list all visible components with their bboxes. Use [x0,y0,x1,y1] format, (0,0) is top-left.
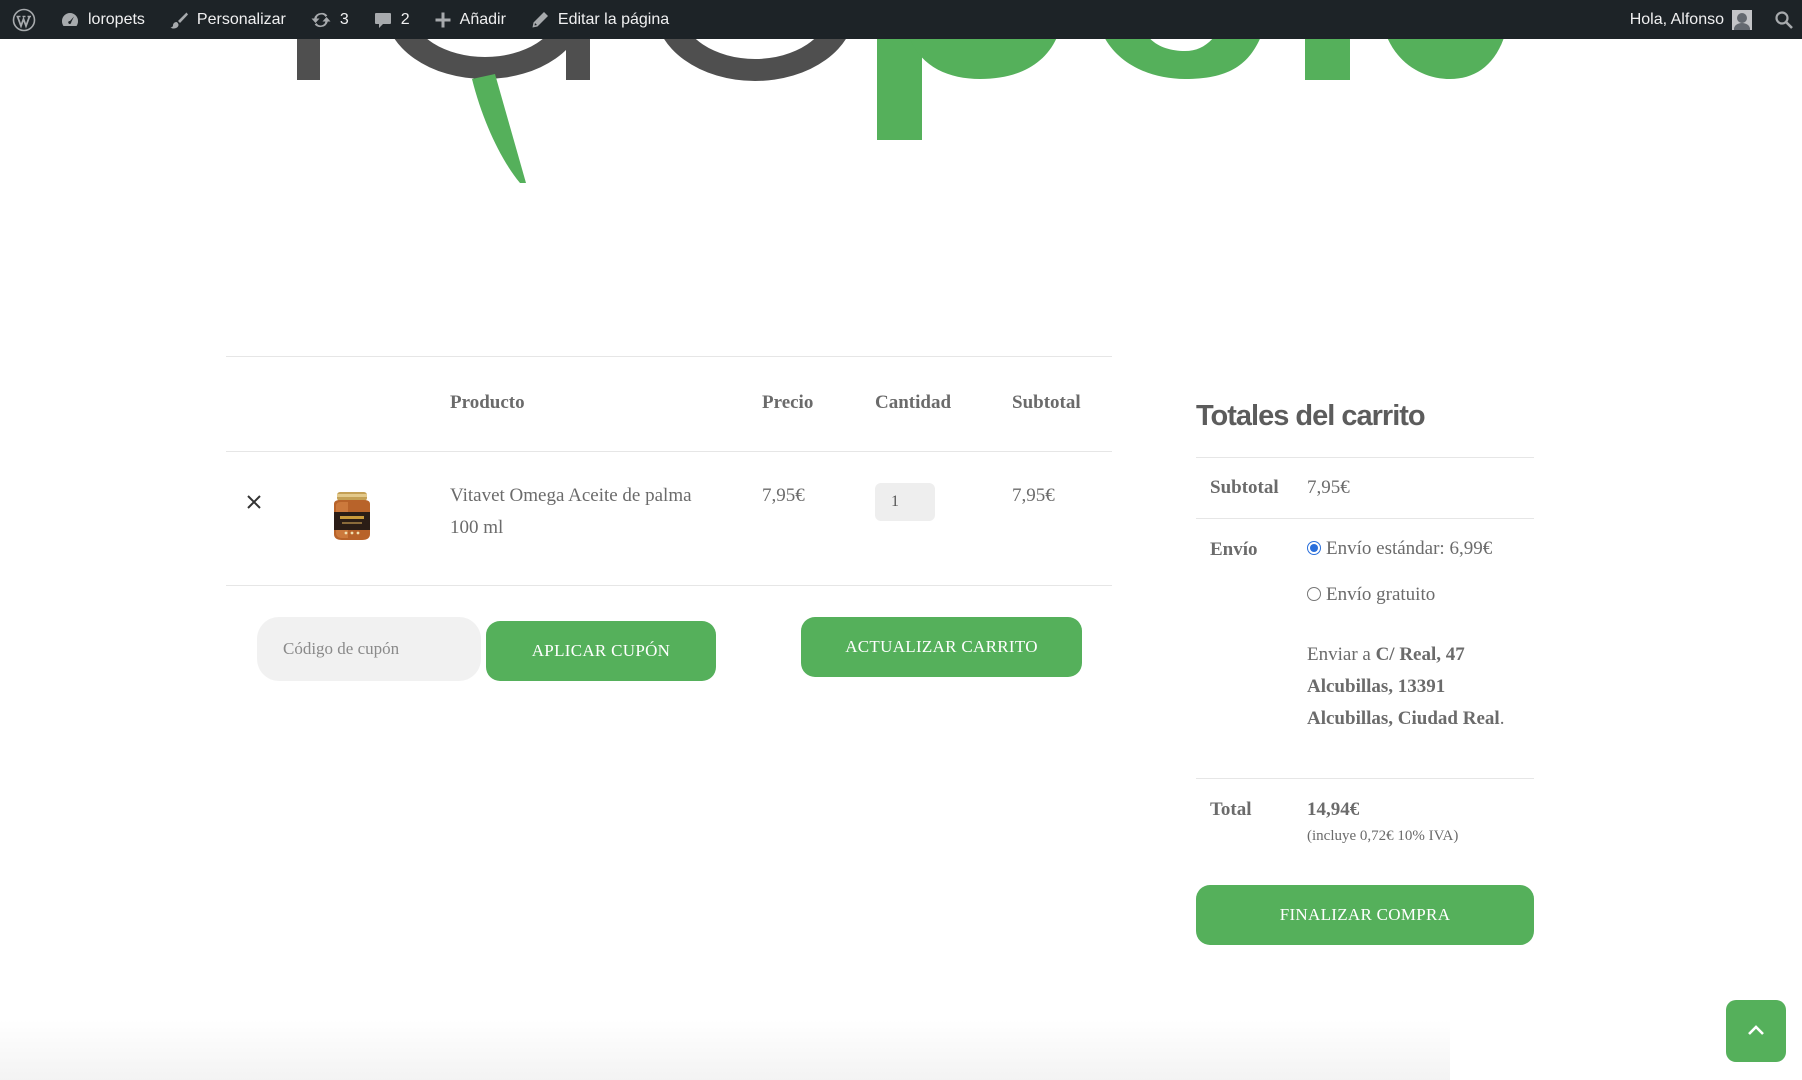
admin-bar: loropets Personalizar 3 2 Añadir Editar … [0,0,1802,39]
cart-totals-title: Totales del carrito [1196,400,1426,432]
new-content-label: Añadir [459,10,506,28]
header-product: Producto [450,392,525,413]
shipping-option-free[interactable]: Envío gratuito [1307,579,1435,611]
shipping-divider [1196,778,1534,779]
header-quantity: Cantidad [875,392,952,413]
shipping-option-standard[interactable]: Envío estándar: 6,99€ [1307,533,1492,565]
shipping-free-radio[interactable] [1307,587,1321,601]
site-name: loropets [88,10,145,28]
comment-bubble-icon [374,12,391,28]
page-footer-shadow [0,1020,1450,1080]
comments-count: 2 [400,10,410,28]
header-subtotal: Subtotal [1012,392,1081,413]
header-price: Precio [762,392,814,413]
product-name-link[interactable]: Vitavet Omega Aceite de palma 100 ml [450,480,692,544]
chevron-up-icon [1748,1025,1764,1035]
my-account-link[interactable]: Hola, Alfonso [1618,0,1762,39]
total-label: Total [1210,799,1252,820]
customize-link[interactable]: Personalizar [157,0,298,39]
shipping-standard-radio[interactable] [1307,541,1321,555]
ship-to-prefix: Enviar a [1307,644,1376,665]
shipping-label: Envío [1210,539,1258,560]
product-price: 7,95€ [762,485,805,506]
product-subtotal: 7,95€ [1012,485,1055,506]
search-icon [1775,10,1793,29]
table-top-divider [226,356,1112,357]
updates-link[interactable]: 3 [298,0,361,39]
shipping-free-label: Envío gratuito [1326,584,1436,605]
row-divider [226,585,1112,586]
checkout-button[interactable]: FINALIZAR COMPRA [1196,885,1534,945]
edit-page-link[interactable]: Editar la página [518,0,681,39]
new-content-link[interactable]: Añadir [422,0,518,39]
shipping-standard-label: Envío estándar: 6,99€ [1326,538,1493,559]
product-name-line1: Vitavet Omega Aceite de palma [450,485,692,506]
total-value: 14,94€ [1307,799,1360,820]
subtotal-value: 7,95€ [1307,477,1350,498]
scroll-to-top-button[interactable] [1726,1000,1786,1062]
subtotal-label: Subtotal [1210,477,1279,498]
product-thumbnail[interactable] [330,490,374,542]
coupon-code-input[interactable] [257,617,481,681]
product-name-line2: 100 ml [450,517,504,538]
tax-note: (incluye 0,72€ 10% IVA) [1307,828,1459,844]
search-button[interactable] [1762,0,1802,39]
avatar [1732,9,1752,30]
paintbrush-icon [170,12,188,29]
site-logo[interactable] [0,39,1802,199]
ship-to-line3: Alcubillas, Ciudad Real [1307,708,1500,729]
apply-coupon-button[interactable]: APLICAR CUPÓN [486,621,716,681]
shipping-destination: Enviar a C/ Real, 47 Alcubillas, 13391 A… [1307,639,1532,735]
ship-to-suffix: . [1499,708,1505,729]
update-cart-button[interactable]: ACTUALIZAR CARRITO [801,617,1082,677]
header-divider [226,451,1112,452]
pencil-icon [532,11,548,27]
updates-icon [311,12,331,27]
dashboard-icon [61,12,79,26]
wordpress-icon [12,8,36,31]
ship-to-line2: Alcubillas, 13391 [1307,676,1446,697]
wordpress-logo-button[interactable] [0,0,48,39]
edit-page-label: Editar la página [557,10,670,28]
updates-count: 3 [339,10,349,28]
customize-label: Personalizar [196,10,286,28]
comments-link[interactable]: 2 [361,0,422,39]
greeting: Hola, Alfonso [1629,10,1724,28]
plus-icon [435,12,451,27]
remove-item-icon[interactable] [244,492,264,512]
quantity-input[interactable] [875,483,935,521]
ship-to-line1: C/ Real, 47 [1375,644,1465,665]
subtotal-divider [1196,518,1534,519]
totals-top-divider [1196,457,1534,458]
site-name-link[interactable]: loropets [48,0,157,39]
